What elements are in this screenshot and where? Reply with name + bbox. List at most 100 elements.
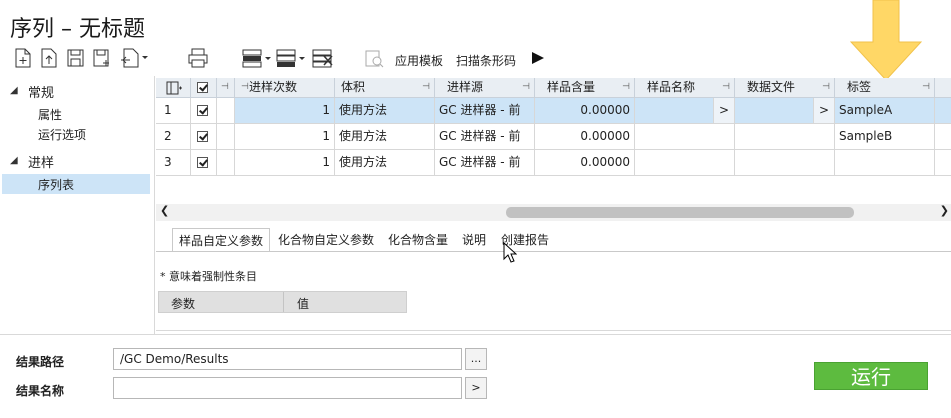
scroll-right-icon[interactable]: ❯ [940,204,949,217]
tree-item-sequence-table[interactable]: 序列表 [38,176,74,193]
header-amount[interactable]: 样品含量 ⊣ [535,78,635,98]
params-header: 参数 值 [158,291,407,313]
insert-row-icon[interactable] [240,46,274,70]
data-file-browse-button[interactable]: > [813,98,834,123]
cell-sample-name[interactable] [635,150,735,176]
header-volume[interactable]: 体积 ⊣ [335,78,435,98]
tree-group-injection[interactable]: 进样 [28,152,54,171]
pin-icon[interactable]: ⊣ [522,78,530,97]
header-sample-name[interactable]: 样品名称 ⊣ [635,78,735,98]
col-divider [283,292,284,312]
apply-template-button[interactable]: 应用模板 [395,52,443,69]
cell-sample-name[interactable] [635,124,735,150]
upload-icon[interactable] [38,46,60,70]
import-icon[interactable] [118,46,148,70]
result-name-field[interactable] [113,377,462,399]
header-data-file[interactable]: 数据文件 ⊣ [735,78,835,98]
cell-more [935,98,951,124]
tree-item-properties[interactable]: 属性 [38,106,62,123]
pane-splitter[interactable] [154,76,155,334]
cell-data-file[interactable]: > [735,98,835,124]
row-index: 2 [156,124,191,150]
template-icon [365,50,384,68]
play-icon[interactable] [530,46,548,70]
cell-data-file[interactable] [735,150,835,176]
toolbar: 应用模板 扫描条形码 [12,46,612,74]
pin-icon[interactable]: ⊣ [922,78,930,97]
run-button[interactable]: 运行 [814,362,928,390]
cell-label[interactable] [835,150,935,176]
collapse-caret-icon[interactable]: ◢ [10,155,18,166]
row-checkbox[interactable] [197,157,208,168]
header-checkbox [191,78,217,98]
result-path-browse-button[interactable]: ... [465,348,487,370]
row-pin-cell [217,98,235,124]
tab-compound-custom-params[interactable]: 化合物自定义参数 [272,228,380,252]
print-icon[interactable] [186,46,210,70]
new-sequence-icon[interactable] [12,46,34,70]
cell-label[interactable]: SampleA [835,98,935,124]
cell-source[interactable]: GC 进样器 - 前 [435,150,535,176]
result-name-expand-button[interactable]: > [465,377,487,399]
cell-amount[interactable]: 0.00000 [535,150,635,176]
sample-name-browse-button[interactable]: > [713,98,734,123]
pin-icon[interactable]: ⊣ [622,78,630,97]
cell-data-file[interactable] [735,124,835,150]
pin-icon[interactable]: ⊣ [722,78,730,97]
add-column-icon[interactable] [166,81,182,95]
append-row-icon[interactable] [274,46,308,70]
cell-injections[interactable]: 1 [235,124,335,150]
save-as-icon[interactable] [90,46,112,70]
tab-description[interactable]: 说明 [456,228,492,252]
tab-divider [156,251,951,252]
cell-sample-name[interactable]: > [635,98,735,124]
result-path-field[interactable]: /GC Demo/Results [113,348,462,370]
horizontal-scrollbar[interactable]: ❮ ❯ [156,204,951,221]
sequence-table: ⊣ ⊣ 进样次数 体积 ⊣ 进样源 ⊣ 样品含量 ⊣ 样品名称 ⊣ 数据文件 ⊣ 标签 ⊣ 1… [156,78,951,208]
header-more [935,78,951,98]
pin-icon[interactable]: ⊣ [822,78,830,97]
tab-compound-amount[interactable]: 化合物含量 [382,228,454,252]
cell-source[interactable]: GC 进样器 - 前 [435,124,535,150]
row-checkbox-cell [191,98,217,124]
navigation-tree: ◢ 常规 属性 运行选项 ◢ 进样 序列表 [0,76,154,332]
delete-row-icon[interactable] [310,46,336,70]
row-index: 3 [156,150,191,176]
cell-volume[interactable]: 使用方法 [335,150,435,176]
row-checkbox-cell [191,150,217,176]
pin-icon[interactable]: ⊣ [241,78,249,97]
row-checkbox[interactable] [197,105,208,116]
row-pin-cell [217,124,235,150]
pin-icon[interactable]: ⊣ [422,78,430,97]
cell-injections[interactable]: 1 [235,98,335,124]
header-label[interactable]: 标签 ⊣ [835,78,935,98]
tab-sample-custom-params[interactable]: 样品自定义参数 [172,228,271,252]
highlight-arrow-icon [850,0,922,81]
cell-volume[interactable]: 使用方法 [335,124,435,150]
row-checkbox[interactable] [197,131,208,142]
header-source[interactable]: 进样源 ⊣ [435,78,535,98]
scan-barcode-button[interactable]: 扫描条形码 [456,52,516,69]
collapse-caret-icon[interactable]: ◢ [10,85,18,96]
cell-amount[interactable]: 0.00000 [535,124,635,150]
row-checkbox-cell [191,124,217,150]
scroll-left-icon[interactable]: ❮ [160,204,169,217]
cell-label[interactable]: SampleB [835,124,935,150]
header-injections[interactable]: ⊣ 进样次数 [235,78,335,98]
cell-amount[interactable]: 0.00000 [535,98,635,124]
save-icon[interactable] [64,46,86,70]
cell-source[interactable]: GC 进样器 - 前 [435,98,535,124]
result-path-label: 结果路径 [16,355,65,369]
select-all-checkbox[interactable] [197,82,208,93]
header-corner [156,78,191,98]
tree-group-general[interactable]: 常规 [28,82,54,101]
col-param: 参数 [171,297,196,311]
cell-volume[interactable]: 使用方法 [335,98,435,124]
pin-icon[interactable]: ⊣ [221,78,229,97]
scrollbar-thumb[interactable] [506,207,854,218]
detail-tabs: 样品自定义参数 化合物自定义参数 化合物含量 说明 创建报告 [156,226,951,252]
cell-more [935,150,951,176]
cell-injections[interactable]: 1 [235,150,335,176]
tree-item-run-options[interactable]: 运行选项 [38,126,86,143]
col-value: 值 [297,297,310,311]
